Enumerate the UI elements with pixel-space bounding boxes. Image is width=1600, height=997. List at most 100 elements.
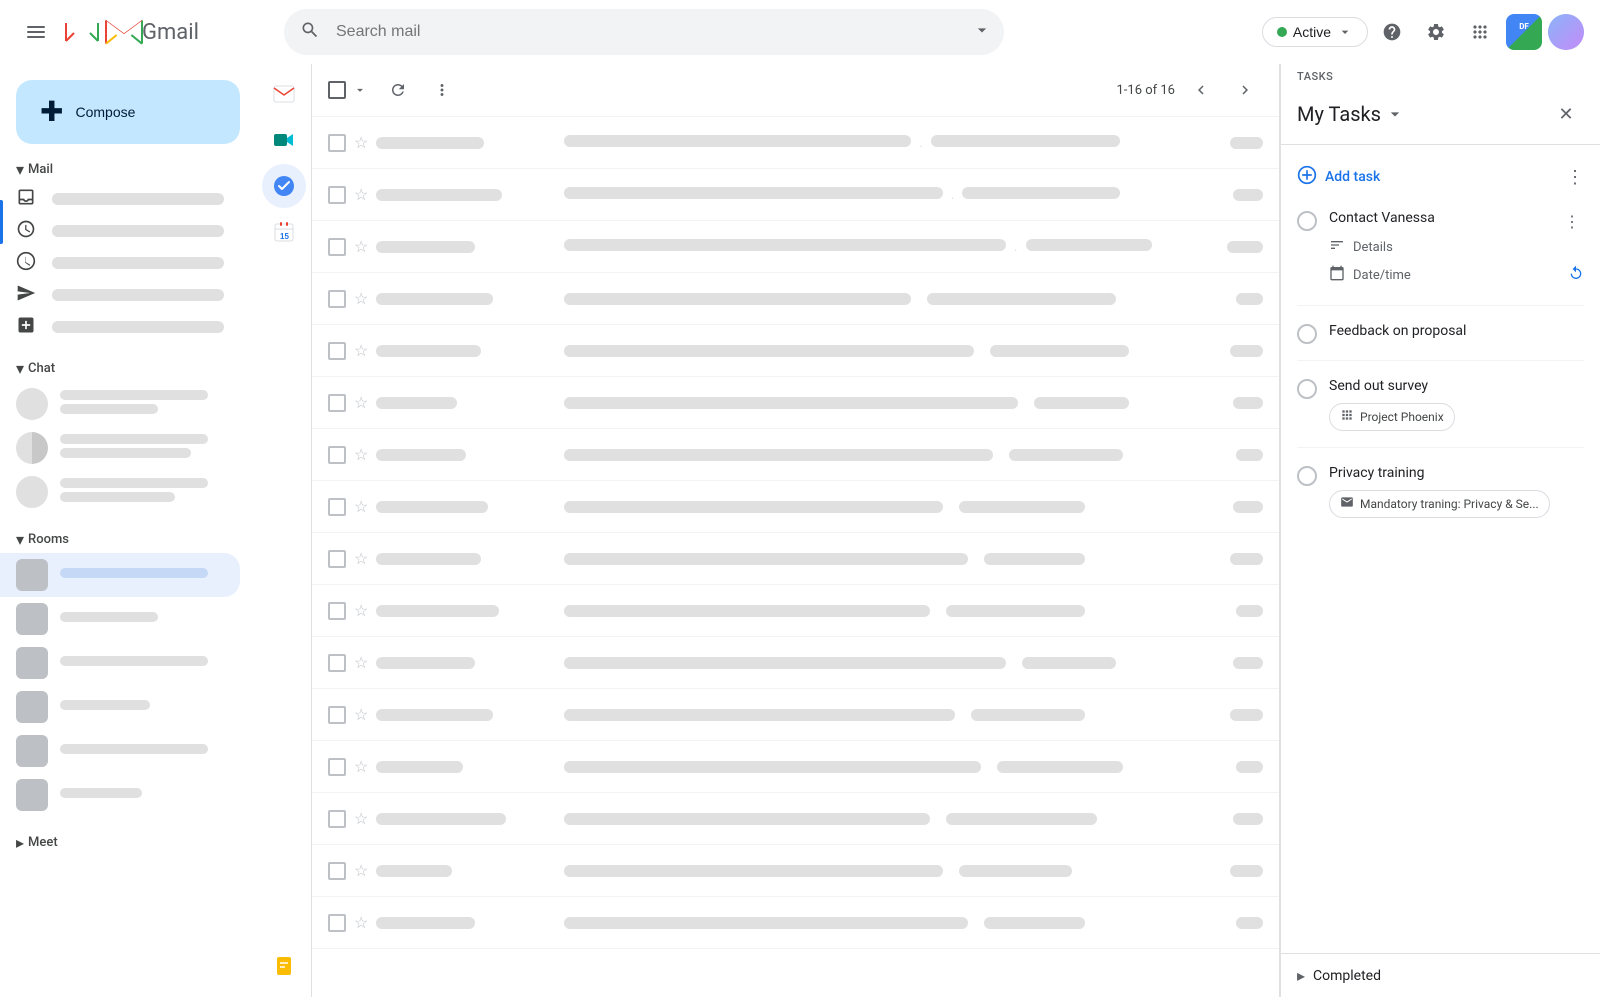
task-circle-2[interactable] [1297, 324, 1317, 344]
mail-section-label[interactable]: ▾ Mail [0, 152, 256, 183]
sidebar-item-drafts[interactable] [0, 311, 240, 343]
google-apps-button[interactable] [1460, 12, 1500, 52]
table-row[interactable]: ☆ [312, 273, 1279, 325]
email-star-12[interactable]: ☆ [354, 705, 368, 724]
email-star-13[interactable]: ☆ [354, 757, 368, 776]
more-options-button[interactable] [424, 72, 460, 108]
tasks-app-button[interactable] [262, 164, 306, 208]
table-row[interactable]: ☆ [312, 481, 1279, 533]
help-button[interactable] [1372, 12, 1412, 52]
email-checkbox-14[interactable] [328, 810, 346, 828]
email-checkbox-11[interactable] [328, 654, 346, 672]
email-star-5[interactable]: ☆ [354, 341, 368, 360]
chat-item-2[interactable] [0, 426, 240, 470]
task-circle-1[interactable] [1297, 211, 1317, 231]
sidebar-item-sent[interactable] [0, 279, 240, 311]
task-repeat-icon[interactable] [1568, 265, 1584, 285]
email-checkbox-9[interactable] [328, 550, 346, 568]
select-all-checkbox[interactable] [328, 81, 346, 99]
sidebar-item-inbox[interactable] [0, 183, 240, 215]
email-checkbox-7[interactable] [328, 446, 346, 464]
room-item-3[interactable] [0, 641, 240, 685]
rooms-section-label[interactable]: ▾ Rooms [0, 522, 256, 553]
settings-button[interactable] [1416, 12, 1456, 52]
meet-app-button[interactable] [262, 118, 306, 162]
email-star-1[interactable]: ☆ [354, 133, 368, 152]
search-filter-icon[interactable] [972, 20, 992, 44]
task-datetime-row[interactable]: Date/time [1297, 261, 1584, 289]
table-row[interactable]: ☆ [312, 689, 1279, 741]
table-row[interactable]: ☆ [312, 377, 1279, 429]
email-star-16[interactable]: ☆ [354, 913, 368, 932]
room-item-4[interactable] [0, 685, 240, 729]
email-checkbox-6[interactable] [328, 394, 346, 412]
hamburger-menu-button[interactable] [16, 12, 56, 52]
meet-section-label[interactable]: ▸ Meet [0, 825, 256, 856]
email-checkbox-5[interactable] [328, 342, 346, 360]
email-star-8[interactable]: ☆ [354, 497, 368, 516]
email-star-11[interactable]: ☆ [354, 653, 368, 672]
chat-item-3[interactable] [0, 470, 240, 514]
tasks-completed-footer[interactable]: ▸ Completed [1281, 953, 1600, 997]
table-row[interactable]: ☆ [312, 429, 1279, 481]
add-task-row[interactable]: Add task ⋮ [1281, 153, 1600, 201]
table-row[interactable]: ☆ [312, 533, 1279, 585]
table-row[interactable]: ☆ [312, 585, 1279, 637]
task-chip-project-phoenix[interactable]: Project Phoenix [1329, 403, 1455, 431]
user-avatar[interactable] [1548, 14, 1584, 50]
email-checkbox-13[interactable] [328, 758, 346, 776]
task-chip-privacy[interactable]: Mandatory traning: Privacy & Se... [1329, 490, 1550, 518]
table-row[interactable]: ☆ [312, 793, 1279, 845]
keep-app-button[interactable] [262, 945, 306, 989]
email-checkbox-2[interactable] [328, 186, 346, 204]
prev-page-button[interactable] [1183, 72, 1219, 108]
email-star-14[interactable]: ☆ [354, 809, 368, 828]
task-circle-4[interactable] [1297, 466, 1317, 486]
table-row[interactable]: ☆ [312, 325, 1279, 377]
room-item-5[interactable] [0, 729, 240, 773]
table-row[interactable]: ☆ . [312, 221, 1279, 273]
email-checkbox-3[interactable] [328, 238, 346, 256]
compose-button[interactable]: ✚ Compose [16, 80, 240, 144]
add-task-more-button[interactable]: ⋮ [1566, 167, 1584, 188]
email-checkbox-1[interactable] [328, 134, 346, 152]
task-details-row[interactable]: Details [1297, 233, 1584, 261]
email-star-7[interactable]: ☆ [354, 445, 368, 464]
room-item-1[interactable] [0, 553, 240, 597]
email-star-9[interactable]: ☆ [354, 549, 368, 568]
tasks-close-button[interactable]: ✕ [1548, 96, 1584, 132]
email-star-10[interactable]: ☆ [354, 601, 368, 620]
email-star-4[interactable]: ☆ [354, 289, 368, 308]
email-checkbox-10[interactable] [328, 602, 346, 620]
sidebar-item-snoozed[interactable] [0, 247, 240, 279]
task-circle-3[interactable] [1297, 379, 1317, 399]
email-star-3[interactable]: ☆ [354, 237, 368, 256]
chat-item-1[interactable] [0, 382, 240, 426]
email-star-15[interactable]: ☆ [354, 861, 368, 880]
room-item-6[interactable] [0, 773, 240, 817]
select-dropdown-button[interactable] [348, 72, 372, 108]
email-checkbox-15[interactable] [328, 862, 346, 880]
task-more-1[interactable]: ⋮ [1560, 209, 1584, 233]
email-checkbox-12[interactable] [328, 706, 346, 724]
search-input[interactable] [284, 9, 1004, 55]
email-checkbox-4[interactable] [328, 290, 346, 308]
table-row[interactable]: ☆ [312, 845, 1279, 897]
room-item-2[interactable] [0, 597, 240, 641]
chat-section-label[interactable]: ▾ Chat [0, 351, 256, 382]
sidebar-item-starred[interactable] [0, 215, 240, 247]
email-checkbox-16[interactable] [328, 914, 346, 932]
calendar-app-button[interactable]: 15 [262, 210, 306, 254]
table-row[interactable]: ☆ . [312, 169, 1279, 221]
gmail-app-button[interactable] [262, 72, 306, 116]
email-star-6[interactable]: ☆ [354, 393, 368, 412]
workspace-badge[interactable]: DF▬ [1504, 12, 1544, 52]
active-status-button[interactable]: Active [1262, 17, 1368, 47]
table-row[interactable]: ☆ [312, 741, 1279, 793]
next-page-button[interactable] [1227, 72, 1263, 108]
email-checkbox-8[interactable] [328, 498, 346, 516]
table-row[interactable]: ☆ . [312, 117, 1279, 169]
refresh-button[interactable] [380, 72, 416, 108]
table-row[interactable]: ☆ [312, 897, 1279, 949]
email-star-2[interactable]: ☆ [354, 185, 368, 204]
